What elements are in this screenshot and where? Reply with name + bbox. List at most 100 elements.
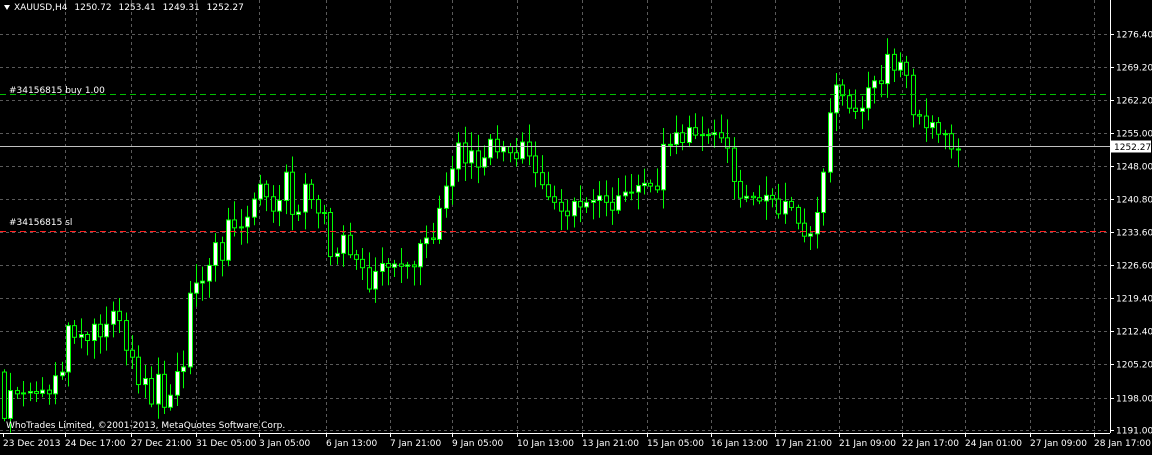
candle-body [60, 371, 65, 377]
price-tick-label: 1205.20 [1116, 361, 1152, 371]
candle-body [271, 196, 276, 212]
candle-body [847, 95, 852, 109]
price-chart[interactable]: 1276.40 1269.20 1262.20 1255.00 1248.00 1240.… [0, 0, 1152, 451]
candle-body [591, 199, 596, 203]
price-tick-label: 1219.40 [1116, 295, 1152, 305]
candle-body [527, 141, 532, 157]
candle-body [213, 242, 218, 266]
candle-body [226, 219, 231, 261]
time-tick-label: 9 Jan 05:00 [452, 439, 504, 449]
candle-body [508, 146, 513, 154]
candle-body [559, 201, 564, 212]
candle-body [277, 199, 282, 212]
candle-body [533, 155, 538, 174]
candle-body [47, 389, 52, 395]
candle-body [597, 195, 602, 201]
candle-body [578, 200, 583, 208]
candle-body [194, 282, 199, 294]
time-tick-label: 24 Dec 17:00 [65, 439, 126, 449]
candle-body [296, 211, 301, 215]
candle-body [917, 114, 922, 117]
stop-loss-label: #34156815 sl [9, 218, 72, 228]
candle-body [143, 378, 148, 386]
candle-body [808, 233, 813, 237]
candle-body [463, 142, 468, 164]
candle-body [2, 371, 7, 419]
candle-body [776, 198, 781, 215]
candle-body [693, 127, 698, 136]
buy-order-label: #34156815 buy 1.00 [9, 86, 105, 96]
time-tick-label: 15 Jan 05:00 [647, 439, 704, 449]
candle-body [815, 212, 820, 235]
candle-body [540, 172, 545, 186]
candle-body [335, 252, 340, 258]
candle-body [712, 132, 717, 136]
candle-body [258, 183, 263, 200]
candle-body [290, 171, 295, 215]
candle-body [924, 115, 929, 129]
candle-body [328, 212, 333, 258]
candle-body [879, 80, 884, 85]
candle-body [386, 263, 391, 268]
candle-body [687, 127, 692, 144]
symbol-timeframe: XAUUSD,H4 [14, 3, 68, 13]
candle-body [188, 292, 193, 368]
candle-body [738, 180, 743, 199]
candle-body [15, 390, 20, 395]
candle-body [284, 171, 289, 201]
candle-body [552, 196, 557, 203]
candle-body [482, 157, 487, 168]
candle-body [860, 107, 865, 112]
price-tick-label: 1212.40 [1116, 328, 1152, 338]
time-tick-label: 16 Jan 13:00 [711, 439, 768, 449]
candle-body [744, 195, 749, 199]
candle-body [930, 122, 935, 129]
candle-body [367, 267, 372, 290]
time-tick-label: 23 Dec 2013 [3, 439, 61, 449]
candle-body [520, 141, 525, 160]
candle-body [661, 143, 666, 191]
time-tick-label: 6 Jan 13:00 [326, 439, 378, 449]
candle-body [956, 148, 961, 151]
candle-body [898, 61, 903, 71]
candle-body [341, 234, 346, 254]
candle-body [572, 200, 577, 217]
candle-body [309, 183, 314, 201]
candle-body [399, 263, 404, 267]
candle-body [245, 216, 250, 228]
candle-body [354, 254, 359, 260]
candle-body [469, 150, 474, 164]
candle-body [853, 107, 858, 112]
candle-body [207, 264, 212, 282]
candle-body [220, 242, 225, 261]
candle-body [834, 84, 839, 114]
candle-body [40, 389, 45, 394]
candle-body [604, 195, 609, 203]
chart-canvas[interactable]: 1276.40 1269.20 1262.20 1255.00 1248.00 1240.… [0, 0, 1152, 451]
candle-body [828, 112, 833, 173]
candle-body [316, 199, 321, 214]
candle-body [348, 234, 353, 256]
candle-body [770, 194, 775, 200]
time-tick-label: 17 Jan 21:00 [775, 439, 832, 449]
chevron-down-icon[interactable] [4, 5, 10, 10]
candle-body [866, 87, 871, 109]
chart-title[interactable]: XAUUSD,H4 1250.72 1253.41 1249.31 1252.2… [4, 3, 248, 13]
candle-body [444, 185, 449, 209]
candle-body [117, 310, 122, 322]
candle-body [719, 132, 724, 139]
candle-body [418, 243, 423, 268]
candle-body [232, 219, 237, 229]
candle-body [239, 226, 244, 229]
candle-body [629, 191, 634, 194]
price-tick-label: 1198.00 [1116, 395, 1152, 405]
candle-body [904, 61, 909, 76]
candle-body [514, 152, 519, 160]
low-price: 1249.31 [162, 3, 200, 13]
candle-body [501, 146, 506, 153]
candle-body [796, 206, 801, 224]
candle [2, 369, 7, 422]
price-tick-label: 1191.00 [1116, 427, 1152, 437]
candle-body [303, 183, 308, 213]
candle-body [181, 366, 186, 373]
